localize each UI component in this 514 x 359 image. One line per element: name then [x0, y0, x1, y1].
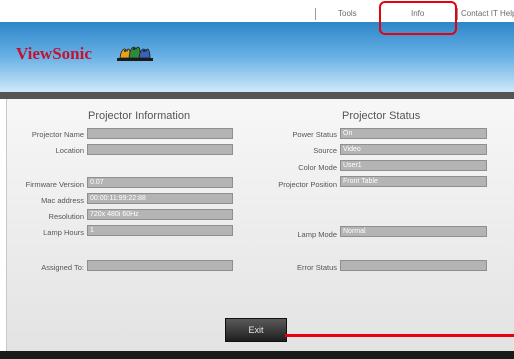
mac-address-field: 00:00:11:99:22:88	[87, 193, 233, 204]
birds-logo-icon	[117, 46, 153, 61]
projector-name-label: Projector Name	[31, 130, 84, 139]
lamp-mode-field: Normal	[340, 226, 487, 237]
assigned-to-field[interactable]	[87, 260, 233, 271]
projector-position-label: Projector Position	[278, 180, 337, 189]
firmware-version-label: Firmware Version	[25, 180, 84, 189]
projector-status-title: Projector Status	[342, 110, 421, 122]
lamp-hours-label: Lamp Hours	[43, 228, 84, 237]
error-status-label: Error Status	[296, 263, 337, 272]
info-highlight-box	[379, 1, 457, 35]
power-status-label: Power Status	[292, 130, 337, 139]
header-divider	[0, 92, 514, 99]
color-mode-label: Color Mode	[298, 163, 337, 172]
nav-separator	[457, 8, 458, 20]
power-status-field: On	[340, 128, 487, 139]
exit-pointer-line	[285, 334, 514, 337]
color-mode-field: User1	[340, 160, 487, 171]
location-label: Location	[55, 146, 84, 155]
resolution-field: 720x 480i 60Hz	[87, 209, 233, 220]
source-label: Source	[313, 146, 337, 155]
projector-position-field: Front Table	[340, 176, 487, 187]
source-field: Video	[340, 144, 487, 155]
brand-logo: ViewSonic	[16, 44, 92, 63]
projector-information-title: Projector Information	[88, 110, 191, 122]
resolution-label: Resolution	[48, 212, 84, 221]
nav-link-tools[interactable]: Tools	[338, 9, 357, 18]
lamp-hours-field: 1	[87, 225, 233, 236]
error-status-field	[340, 260, 487, 271]
assigned-to-label: Assigned To:	[41, 263, 84, 272]
lamp-mode-label: Lamp Mode	[297, 230, 337, 239]
location-field[interactable]	[87, 144, 233, 155]
projector-name-field[interactable]	[87, 128, 233, 139]
mac-address-label: Mac address	[41, 196, 84, 205]
nav-separator	[315, 8, 316, 20]
exit-button[interactable]: Exit	[225, 318, 287, 342]
bottom-bar	[0, 351, 514, 359]
nav-link-contact-it-help[interactable]: Contact IT Help	[461, 9, 514, 18]
firmware-version-field: 0.07	[87, 177, 233, 188]
